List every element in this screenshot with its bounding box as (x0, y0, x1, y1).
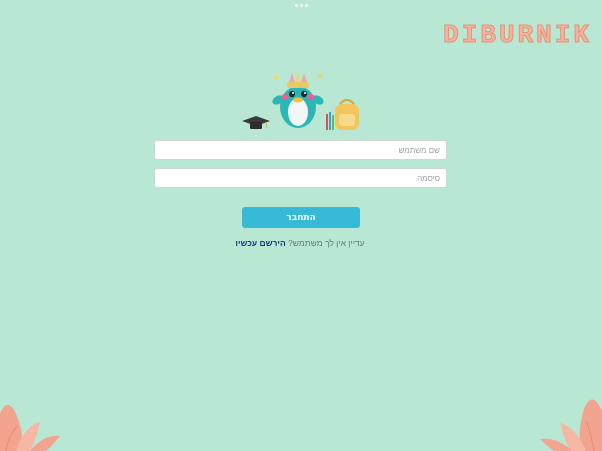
app-logo: DIBURNIK (443, 20, 592, 51)
pencils-icon (326, 112, 334, 130)
window-menu-dots[interactable] (295, 4, 308, 7)
mascot-illustration (242, 71, 359, 130)
no-account-text: עדיין אין לך משתמש? (288, 238, 365, 248)
login-button[interactable]: התחבר (242, 207, 360, 228)
creature-icon (272, 71, 324, 128)
password-input[interactable] (154, 168, 447, 188)
dot (300, 4, 303, 7)
username-input[interactable] (154, 140, 447, 160)
backpack-icon (335, 99, 359, 130)
register-link[interactable]: הירשם עכשיו (235, 238, 285, 248)
flower-decoration-left (0, 404, 60, 451)
dot (305, 4, 308, 7)
flower-decoration-right (540, 399, 602, 451)
graduation-cap-icon (242, 116, 270, 129)
register-prompt: עדיין אין לך משתמש? הירשם עכשיו (150, 238, 450, 248)
dot (295, 4, 298, 7)
